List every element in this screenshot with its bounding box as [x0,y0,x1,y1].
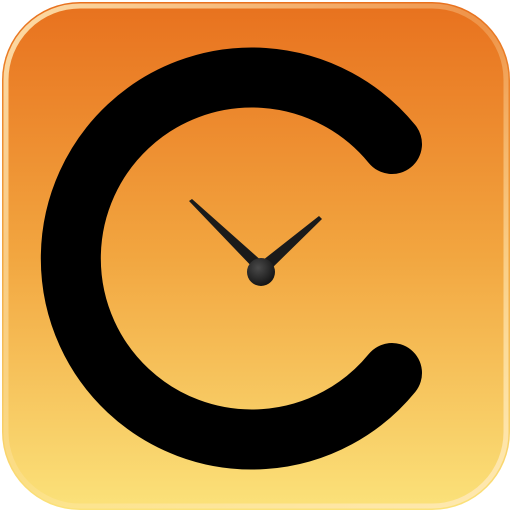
app-icon-graphic [2,2,510,510]
app-icon [0,0,512,512]
clock-center-pin [247,258,275,286]
